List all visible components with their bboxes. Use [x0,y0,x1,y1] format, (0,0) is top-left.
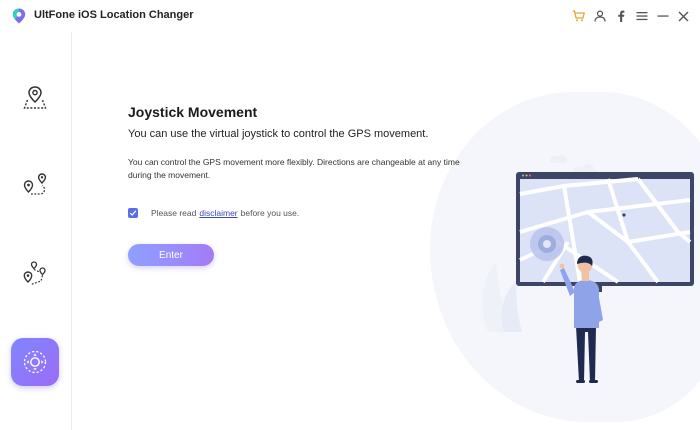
facebook-icon[interactable] [610,6,631,26]
enter-button[interactable]: Enter [128,244,214,266]
disclaimer-prefix: Please read [151,208,197,218]
cart-icon[interactable] [568,6,589,26]
sidebar-item-multi-spot[interactable] [11,250,59,298]
sidebar-item-two-spot[interactable] [11,161,59,209]
two-spot-route-icon [23,173,47,195]
app-logo-icon [12,8,26,24]
app-title: UltFone iOS Location Changer [34,9,194,21]
disclaimer-link[interactable]: disclaimer [199,208,237,218]
sidebar-item-change-location[interactable] [11,74,59,122]
map-pin-icon [23,86,47,109]
page-description: You can control the GPS movement more fl… [128,157,460,180]
joystick-illustration [482,154,694,383]
main-panel: Joystick Movement You can use the virtua… [72,32,700,430]
sidebar [0,32,72,430]
disclaimer-suffix: before you use. [240,208,300,218]
menu-icon[interactable] [631,6,652,26]
page-subtitle: You can use the virtual joystick to cont… [128,128,429,140]
minimize-icon[interactable] [652,6,673,26]
titlebar-actions [568,6,694,26]
checkmark-icon [129,210,137,216]
sidebar-item-joystick[interactable] [11,338,59,386]
multi-spot-route-icon [23,261,46,286]
disclaimer-checkbox[interactable] [128,208,138,218]
page-title: Joystick Movement [128,104,258,120]
close-icon[interactable] [673,6,694,26]
joystick-icon [23,350,47,374]
disclaimer-row: Please read disclaimer before you use. [128,208,299,218]
title-bar: UltFone iOS Location Changer [0,0,700,32]
user-icon[interactable] [589,6,610,26]
